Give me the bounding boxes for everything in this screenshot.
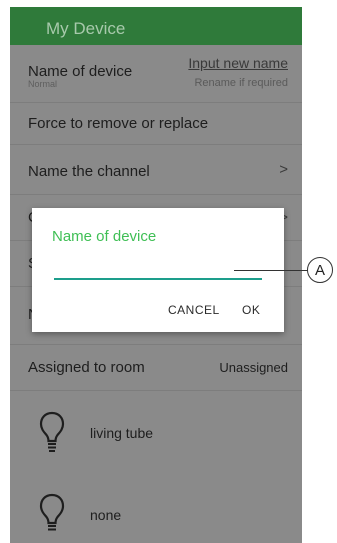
callout-letter: A bbox=[314, 262, 325, 279]
light-name: living tube bbox=[90, 425, 154, 441]
header-title: My Device bbox=[46, 19, 126, 38]
input-new-name-link[interactable]: Input new name bbox=[188, 55, 288, 71]
cancel-button[interactable]: CANCEL bbox=[168, 303, 220, 317]
light-name: none bbox=[90, 507, 122, 523]
assigned-room-value: Unassigned bbox=[219, 360, 288, 375]
device-type-label: Normal bbox=[28, 79, 58, 89]
chevron-right-icon: > bbox=[279, 161, 288, 178]
name-of-device-label: Name of device bbox=[28, 63, 133, 80]
callout-line bbox=[234, 270, 308, 271]
lightbulb-icon bbox=[39, 493, 65, 531]
light-item[interactable]: living tube bbox=[10, 391, 302, 473]
light-item[interactable]: none bbox=[10, 473, 302, 543]
rename-hint: Rename if required bbox=[194, 77, 288, 89]
force-remove-row[interactable]: Force to remove or replace bbox=[10, 103, 302, 145]
name-channel-row[interactable]: Name the channel > bbox=[10, 145, 302, 195]
device-name-input[interactable] bbox=[54, 258, 262, 280]
lightbulb-icon bbox=[39, 411, 65, 452]
name-of-device-row: Name of device Normal Input new name Ren… bbox=[10, 45, 302, 103]
assigned-room-label: Assigned to room bbox=[28, 359, 145, 376]
app-header: My Device bbox=[10, 7, 302, 45]
force-remove-label: Force to remove or replace bbox=[28, 115, 209, 132]
ok-button[interactable]: OK bbox=[242, 303, 260, 317]
callout-marker: A bbox=[307, 257, 333, 283]
assigned-room-row[interactable]: Assigned to room Unassigned bbox=[10, 345, 302, 391]
name-channel-label: Name the channel bbox=[28, 163, 150, 180]
dialog-title: Name of device bbox=[52, 228, 157, 245]
